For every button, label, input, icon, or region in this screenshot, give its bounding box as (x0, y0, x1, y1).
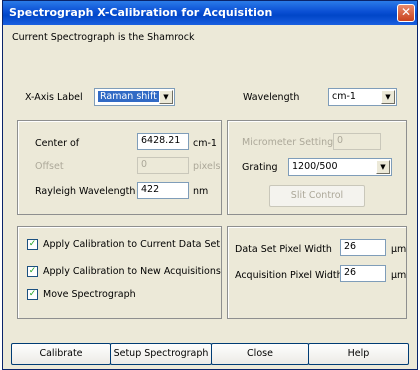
chevron-down-icon[interactable]: ▼ (159, 90, 173, 104)
pixel-width-panel: Data Set Pixel Width 26 µm Acquisition P… (227, 226, 407, 319)
rayleigh-input[interactable]: 422 (137, 182, 189, 199)
x-axis-label: X-Axis Label (25, 92, 83, 103)
calibrate-button[interactable]: Calibrate (11, 343, 111, 365)
apply-new-label: Apply Calibration to New Acquisitions (43, 266, 221, 277)
offset-unit: pixels (193, 161, 221, 172)
center-unit: cm-1 (193, 138, 217, 149)
spectrograph-panel: Micrometer Setting 0 Grating 1200/500 ▼ … (227, 120, 407, 215)
micrometer-label: Micrometer Setting (242, 137, 334, 148)
close-button[interactable]: Close (211, 343, 309, 365)
data-set-pixel-width-input[interactable]: 26 (340, 239, 386, 256)
move-spectrograph-label: Move Spectrograph (43, 289, 136, 300)
grating-value: 1200/500 (292, 161, 338, 172)
apply-current-label: Apply Calibration to Current Data Set (43, 239, 221, 250)
apply-current-checkbox[interactable]: ✓ (27, 239, 38, 250)
apply-new-checkbox[interactable]: ✓ (27, 266, 38, 277)
options-panel: ✓ Apply Calibration to Current Data Set … (17, 226, 222, 319)
setup-spectrograph-button[interactable]: Setup Spectrograph (110, 343, 212, 365)
data-set-pixel-width-unit: µm (391, 244, 407, 255)
offset-input[interactable]: 0 (137, 157, 189, 174)
acquisition-pixel-width-input[interactable]: 26 (340, 265, 386, 282)
slit-control-button[interactable]: Slit Control (269, 185, 365, 207)
micrometer-input[interactable]: 0 (333, 133, 381, 150)
wavelength-label: Wavelength (243, 92, 300, 103)
acquisition-pixel-width-label: Acquisition Pixel Width (235, 270, 343, 281)
current-spectrograph-text: Current Spectrograph is the Shamrock (12, 32, 195, 43)
wavelength-unit-select[interactable]: cm-1 ▼ (328, 88, 397, 106)
chevron-down-icon[interactable]: ▼ (381, 90, 395, 104)
grating-label: Grating (242, 162, 278, 173)
calibration-dialog: Spectrograph X-Calibration for Acquisiti… (2, 0, 418, 370)
grating-select[interactable]: 1200/500 ▼ (288, 158, 392, 176)
rayleigh-unit: nm (193, 186, 209, 197)
title-bar: Spectrograph X-Calibration for Acquisiti… (3, 1, 417, 25)
close-icon[interactable]: ✕ (397, 4, 415, 22)
center-label: Center of (35, 138, 80, 149)
rayleigh-label: Rayleigh Wavelength (35, 186, 136, 197)
x-axis-selected-value: Raman shift (98, 91, 159, 102)
offset-label: Offset (35, 161, 64, 172)
wavelength-unit-value: cm-1 (332, 91, 356, 102)
move-spectrograph-checkbox[interactable]: ✓ (27, 289, 38, 300)
window-title: Spectrograph X-Calibration for Acquisiti… (9, 6, 273, 19)
acquisition-pixel-width-unit: µm (391, 270, 407, 281)
data-set-pixel-width-label: Data Set Pixel Width (235, 244, 332, 255)
center-panel: Center of 6428.21 cm-1 Offset 0 pixels R… (17, 120, 222, 215)
center-input[interactable]: 6428.21 (137, 133, 189, 150)
x-axis-select[interactable]: Raman shift ▼ (94, 88, 175, 106)
help-button[interactable]: Help (308, 343, 409, 365)
chevron-down-icon[interactable]: ▼ (376, 160, 390, 174)
